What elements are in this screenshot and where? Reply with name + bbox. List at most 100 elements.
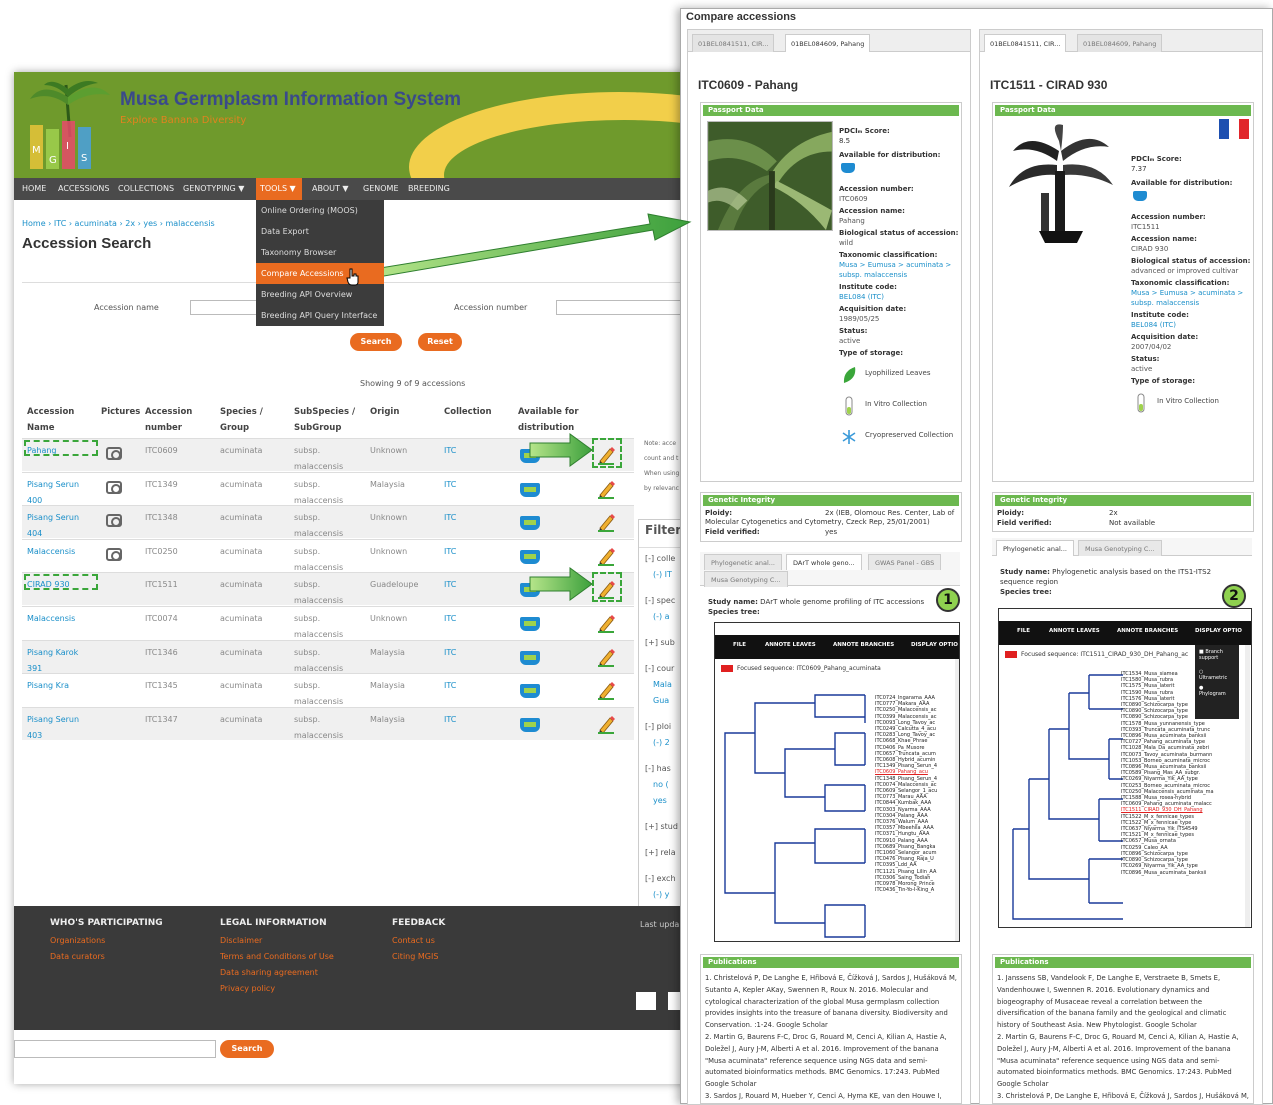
col-origin[interactable]: Origin (370, 404, 399, 420)
menu-taxonomy-browser[interactable]: Taxonomy Browser (256, 242, 384, 263)
filter-group-toggle[interactable]: [-] spec (645, 596, 675, 605)
filter-group-toggle[interactable]: [+] sub (645, 638, 675, 647)
collection-link[interactable]: ITC (444, 645, 456, 661)
nav-accessions[interactable]: ACCESSIONS (54, 178, 113, 200)
accession-name-link[interactable]: Pisang Serun 403 (27, 712, 79, 744)
tree-file-button[interactable]: FILE (1017, 628, 1030, 634)
col-accession-number[interactable]: Accession number (145, 404, 192, 436)
tree-scrollbar[interactable] (955, 659, 959, 941)
mgis-logo[interactable]: M G I S (22, 77, 116, 173)
passport-field-link[interactable]: BEL084 (ITC) (839, 293, 884, 303)
tree-annote-branches-button[interactable]: ANNOTE BRANCHES (833, 642, 894, 648)
nav-genotyping[interactable]: GENOTYPING ▼ (179, 178, 248, 200)
species-tree-viewer[interactable]: FILE ANNOTE LEAVES ANNOTE BRANCHES DISPL… (998, 608, 1252, 928)
menu-compare-accessions[interactable]: Compare Accessions (256, 263, 384, 284)
tree-scrollbar[interactable] (1245, 645, 1250, 927)
filter-option[interactable]: no ( (653, 780, 669, 789)
menu-data-export[interactable]: Data Export (256, 221, 384, 242)
publications-list[interactable]: 1. Christelová P, De Langhe E, Hřibová E… (705, 973, 959, 1103)
filter-group-toggle[interactable]: [-] ploi (645, 722, 671, 731)
shopping-basket-icon[interactable] (520, 482, 540, 497)
nav-breeding[interactable]: BREEDING (404, 178, 454, 200)
filter-group-toggle[interactable]: [-] cour (645, 664, 674, 673)
accession-photo[interactable] (999, 121, 1123, 251)
reset-button[interactable]: Reset (418, 333, 462, 351)
shopping-basket-icon[interactable] (520, 650, 540, 665)
publication-item[interactable]: 1. Christelová P, De Langhe E, Hřibová E… (705, 973, 959, 1032)
camera-icon[interactable] (106, 447, 122, 460)
menu-breeding-api-overview[interactable]: Breeding API Overview (256, 284, 384, 305)
footer-link-sharing[interactable]: Data sharing agreement (220, 968, 318, 977)
footer-link-contact[interactable]: Contact us (392, 936, 435, 945)
nav-collections[interactable]: COLLECTIONS (114, 178, 178, 200)
accession-number-input[interactable] (556, 300, 686, 315)
shopping-basket-icon[interactable] (520, 549, 540, 564)
publication-item[interactable]: 1. Janssens SB, Vandelook F, De Langhe E… (997, 973, 1251, 1032)
tree-display-options-button[interactable]: DISPLAY OPTIO (1195, 628, 1242, 634)
accession-name-link[interactable]: Pisang Serun 404 (27, 510, 79, 542)
subtab-dart[interactable]: DArT whole geno... (786, 554, 862, 570)
filter-option[interactable]: (-) 2 (653, 738, 670, 747)
tree-annote-leaves-button[interactable]: ANNOTE LEAVES (765, 642, 816, 648)
search-button[interactable]: Search (350, 333, 402, 351)
menu-online-ordering[interactable]: Online Ordering (MOOS) (256, 200, 384, 221)
footer-link-citing[interactable]: Citing MGIS (392, 952, 438, 961)
accession-photo[interactable] (707, 121, 833, 231)
passport-field-link[interactable]: BEL084 (ITC) (1131, 321, 1176, 331)
collection-link[interactable]: ITC (444, 678, 456, 694)
tab-cirad[interactable]: 01BEL0841511, CIR... (692, 34, 775, 52)
nav-home[interactable]: HOME (18, 178, 50, 200)
filter-option[interactable]: Gua (653, 696, 669, 705)
col-collection[interactable]: Collection (444, 404, 492, 420)
publication-item[interactable]: 3. Christelová P, De Langhe E, Hřibová E… (997, 1091, 1251, 1103)
collection-link[interactable]: ITC (444, 443, 456, 459)
partner-logo[interactable] (636, 992, 656, 1010)
compare-pencil-icon[interactable] (596, 613, 616, 633)
footer-link-privacy[interactable]: Privacy policy (220, 984, 275, 993)
filter-option[interactable]: (-) a (653, 612, 670, 621)
filter-group-toggle[interactable]: [+] stud (645, 822, 678, 831)
col-species[interactable]: Species / Group (220, 404, 263, 436)
tab-pahang[interactable]: 01BEL084609, Pahang (785, 34, 871, 52)
col-subspecies[interactable]: SubSpecies / SubGroup (294, 404, 355, 436)
nav-about[interactable]: ABOUT ▼ (308, 178, 353, 200)
shopping-basket-icon[interactable] (520, 717, 540, 732)
shopping-basket-icon[interactable] (520, 617, 540, 631)
publication-item[interactable]: 2. Martin G, Baurens F-C, Droc G, Rouard… (997, 1032, 1251, 1091)
shopping-basket-icon[interactable] (520, 516, 540, 531)
compare-pencil-icon[interactable] (596, 714, 616, 734)
compare-pencil-icon[interactable] (596, 647, 616, 667)
tree-annote-leaves-button[interactable]: ANNOTE LEAVES (1049, 628, 1100, 634)
nav-genome[interactable]: GENOME (359, 178, 403, 200)
publication-item[interactable]: 2. Martin G, Baurens F-C, Droc G, Rouard… (705, 1032, 959, 1091)
collection-link[interactable]: ITC (444, 544, 456, 560)
subtab-phylogenetic[interactable]: Phylogenetic anal... (996, 540, 1074, 556)
subtab-musa-genotyping[interactable]: Musa Genotyping C... (704, 571, 788, 587)
tab-pahang[interactable]: 01BEL084609, Pahang (1077, 34, 1163, 52)
accession-name-link[interactable]: Pisang Karok 391 (27, 645, 78, 677)
accession-name-link[interactable]: Malaccensis (27, 544, 75, 560)
shopping-basket-icon[interactable] (1133, 191, 1147, 201)
footer-link-disclaimer[interactable]: Disclaimer (220, 936, 262, 945)
subtab-musa-genotyping[interactable]: Musa Genotyping C... (1078, 540, 1162, 556)
filter-group-toggle[interactable]: [-] has (645, 764, 671, 773)
breadcrumb[interactable]: Home › ITC › acuminata › 2x › yes › mala… (22, 219, 215, 228)
camera-icon[interactable] (106, 480, 122, 494)
tree-annote-branches-button[interactable]: ANNOTE BRANCHES (1117, 628, 1178, 634)
compare-pencil-icon[interactable] (596, 546, 616, 566)
compare-pencil-icon[interactable] (596, 512, 616, 533)
tree-file-button[interactable]: FILE (733, 642, 746, 648)
shopping-basket-icon[interactable] (520, 684, 540, 699)
camera-icon[interactable] (106, 547, 122, 561)
camera-icon[interactable] (106, 514, 122, 528)
footer-link-curators[interactable]: Data curators (50, 952, 105, 961)
species-tree-viewer[interactable]: FILE ANNOTE LEAVES ANNOTE BRANCHES DISPL… (714, 622, 960, 942)
passport-field-link[interactable]: Musa > Eumusa > acuminata > (839, 261, 951, 271)
accession-name-link[interactable]: Malaccensis (27, 611, 75, 627)
subtab-gwas[interactable]: GWAS Panel - GBS (868, 554, 942, 570)
collection-link[interactable]: ITC (444, 577, 456, 593)
collection-link[interactable]: ITC (444, 510, 456, 526)
shopping-basket-icon[interactable] (841, 163, 855, 173)
filter-option[interactable]: (-) y (653, 890, 669, 899)
publications-list[interactable]: 1. Janssens SB, Vandelook F, De Langhe E… (997, 973, 1251, 1103)
